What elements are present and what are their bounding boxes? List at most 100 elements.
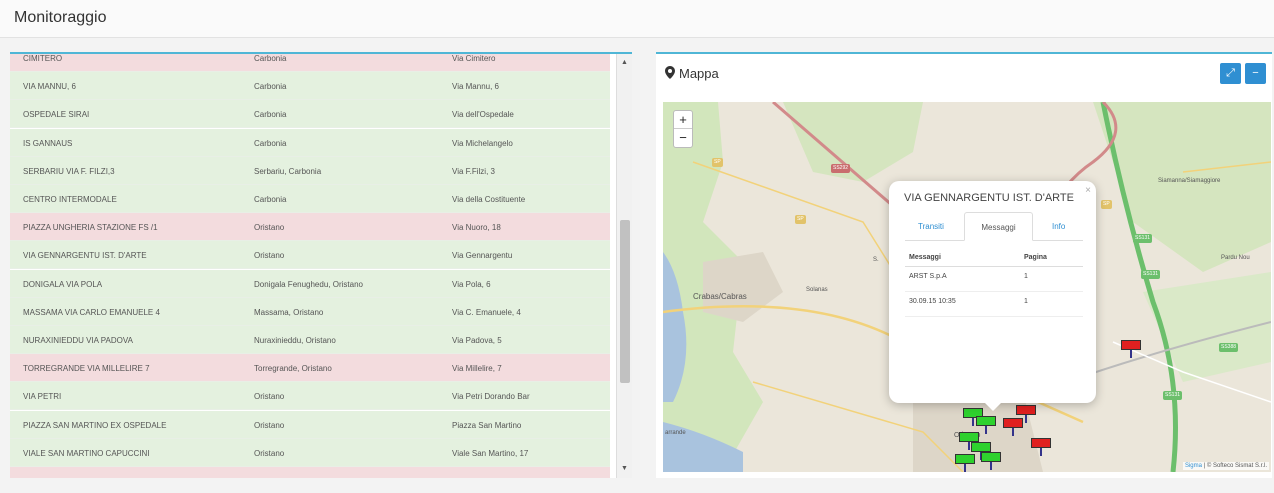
stop-address-cell: Via Pola, 6 (452, 279, 491, 289)
table-row[interactable]: IS GANNAUS Carbonia Via Michelangelo (10, 128, 610, 157)
table-row[interactable]: CIMITERO Carbonia Via Cimitero (10, 54, 610, 72)
stop-address-cell: Via Millelire, 7 (452, 364, 502, 374)
stop-address-cell: Via F.Filzi, 3 (452, 166, 495, 176)
table-row[interactable]: SERBARIU VIA F. FILZI,3 Serbariu, Carboni… (10, 156, 610, 185)
road-label: SP (795, 215, 806, 224)
road-label: SS131 (1141, 270, 1161, 279)
table-row[interactable]: VIA MANNU, 6 Carbonia Via Mannu, 6 (10, 72, 610, 101)
stop-city-cell: Carbonia (254, 195, 287, 204)
attribution-text: | © Softeco Sismat S.r.l. (1201, 463, 1267, 469)
stop-city-cell: Massama, Oristano (254, 307, 324, 317)
popup-tip (984, 402, 1002, 411)
tab-transiti[interactable]: Transiti (918, 212, 944, 241)
stop-marker[interactable] (955, 454, 975, 472)
road-label: SS292 (831, 164, 851, 173)
table-row[interactable]: PIAZZA MARIANO Oristano Piazza Mariano, 11 (10, 467, 610, 478)
stop-table: CIMITERO Carbonia Via Cimitero VIA MANNU, 6… (10, 54, 610, 478)
stop-address-cell: Via C. Emanuele, 4 (452, 307, 521, 317)
road-label: SP (1101, 200, 1112, 209)
stop-city-cell: Serbariu, Carbonia (254, 166, 322, 176)
map-attribution: Sigma | © Softeco Sismat S.r.l. (1182, 462, 1269, 470)
stop-city-cell: Oristano (254, 448, 285, 458)
map-title: Mappa (679, 66, 719, 81)
stop-address-cell: Viale San Martino, 17 (452, 448, 529, 458)
message-text: ARST S.p.A (909, 273, 947, 280)
stop-popup: × VIA GENNARGENTU IST. D'ARTE Transiti M… (889, 181, 1096, 411)
place-label: Crabas/Cabras (693, 292, 747, 301)
stop-marker[interactable] (976, 416, 996, 434)
stop-list-panel: CIMITERO Carbonia Via Cimitero VIA MANNU, 6… (10, 52, 632, 478)
table-row[interactable]: VIA GENNARGENTU IST. D'ARTE Oristano Via G… (10, 241, 610, 270)
stop-city-cell: Torregrande, Oristano (254, 364, 332, 374)
stop-city-cell: Oristano (254, 477, 284, 478)
stop-address-cell: Via Michelangelo (452, 138, 513, 148)
collapse-button[interactable]: − (1245, 63, 1266, 84)
stop-address-cell: Piazza Mariano, 11 (452, 477, 520, 478)
stop-marker[interactable] (959, 432, 979, 450)
map-marker-icon (665, 66, 675, 79)
table-row[interactable]: PIAZZA SAN MARTINO EX OSPEDALE Oristano Pi… (10, 410, 610, 439)
stop-marker[interactable] (1121, 340, 1141, 358)
attribution-link[interactable]: Sigma (1185, 463, 1202, 469)
table-scrollbar[interactable]: ▲ ▼ (616, 54, 632, 478)
stop-city-cell: Oristano (254, 420, 285, 430)
table-row[interactable]: PIAZZA UNGHERIA STAZIONE FS /1 Oristano Vi… (10, 213, 610, 242)
road-label: SS131 (1133, 234, 1153, 243)
stop-address-cell: Via Cimitero (452, 54, 496, 63)
table-row[interactable]: VIALE SAN MARTINO CAPUCCINI Oristano Viale… (10, 438, 610, 467)
zoom-in-button[interactable]: + (674, 111, 692, 129)
stop-city-cell: Carbonia (254, 82, 287, 92)
stop-name-cell: OSPEDALE SIRAI (23, 110, 90, 120)
table-row[interactable]: NURAXINIEDDU VIA PADOVA Nuraxinieddu, Ori… (10, 326, 610, 354)
stop-name-cell: VIA MANNU, 6 (23, 82, 76, 92)
place-label: Solanas (806, 287, 828, 293)
stop-marker[interactable] (1016, 405, 1036, 423)
messages-header-message: Messaggi (909, 254, 941, 261)
stop-name-cell: PIAZZA SAN MARTINO EX OSPEDALE (23, 420, 167, 430)
scroll-thumb[interactable] (620, 220, 630, 383)
stop-address-cell: Via Nuoro, 18 (452, 223, 501, 233)
stop-name-cell: PIAZZA UNGHERIA STAZIONE FS /1 (23, 223, 158, 233)
map-view[interactable]: Crabas/Cabras Solanas Siamanna/Siamaggio… (663, 102, 1271, 472)
stop-name-cell: VIA PETRI (23, 392, 62, 402)
table-row[interactable]: DONIGALA VIA POLA Donigala Fenughedu, Ori… (10, 269, 610, 298)
stop-address-cell: Via Gennargentu (452, 251, 513, 261)
table-row[interactable]: CENTRO INTERMODALE Carbonia Via della Cost… (10, 185, 610, 213)
table-row[interactable]: OSPEDALE SIRAI Carbonia Via dell'Ospedale (10, 100, 610, 129)
table-row[interactable]: VIA PETRI Oristano Via Petri Dorando Bar (10, 382, 610, 411)
stop-city-cell: Oristano (254, 223, 285, 233)
expand-button[interactable]: ⤢ (1220, 63, 1241, 84)
stop-marker[interactable] (971, 442, 991, 460)
table-row[interactable]: MASSAMA VIA CARLO EMANUELE 4 Massama, Ori… (10, 297, 610, 326)
close-icon[interactable]: × (1085, 185, 1091, 196)
tab-messaggi[interactable]: Messaggi (964, 212, 1033, 241)
place-label: Siamanna/Siamaggiore (1158, 178, 1221, 184)
stop-city-cell: Nuraxinieddu, Oristano (254, 336, 336, 345)
stop-marker[interactable] (1031, 438, 1051, 456)
place-label: Pardu Nou (1221, 255, 1250, 261)
stop-address-cell: Via Padova, 5 (452, 336, 502, 345)
road-label: SP (712, 158, 723, 167)
stop-name-cell: CIMITERO (23, 54, 63, 63)
stop-marker[interactable] (1003, 418, 1023, 436)
zoom-out-button[interactable]: − (674, 129, 692, 147)
expand-icon: ⤢ (1226, 67, 1235, 79)
stop-name-cell: PIAZZA MARIANO (23, 477, 90, 478)
stop-address-cell: Via dell'Ospedale (452, 110, 514, 120)
map-panel: Mappa ⤢ − Crabas/Cabras Solanas Siamanna… (656, 52, 1272, 478)
stop-name-cell: TORREGRANDE VIA MILLELIRE 7 (23, 364, 150, 374)
message-row: ARST S.p.A 1 (905, 267, 1083, 292)
stop-name-cell: SERBARIU VIA F. FILZI,3 (23, 166, 115, 176)
table-row[interactable]: TORREGRANDE VIA MILLELIRE 7 Torregrande, … (10, 354, 610, 383)
stop-city-cell: Carbonia (254, 110, 287, 120)
stop-city-cell: Carbonia (254, 54, 287, 63)
scroll-up-icon[interactable]: ▲ (621, 59, 628, 66)
scroll-down-icon[interactable]: ▼ (621, 465, 628, 472)
place-label: arrande (665, 430, 686, 436)
stop-marker[interactable] (981, 452, 1001, 470)
message-page: 1 (1024, 298, 1028, 305)
stop-city-cell: Oristano (254, 251, 285, 261)
popup-tabs: Transiti Messaggi Info (905, 212, 1083, 241)
page-header: Monitoraggio (0, 0, 1274, 38)
tab-info[interactable]: Info (1052, 212, 1065, 241)
